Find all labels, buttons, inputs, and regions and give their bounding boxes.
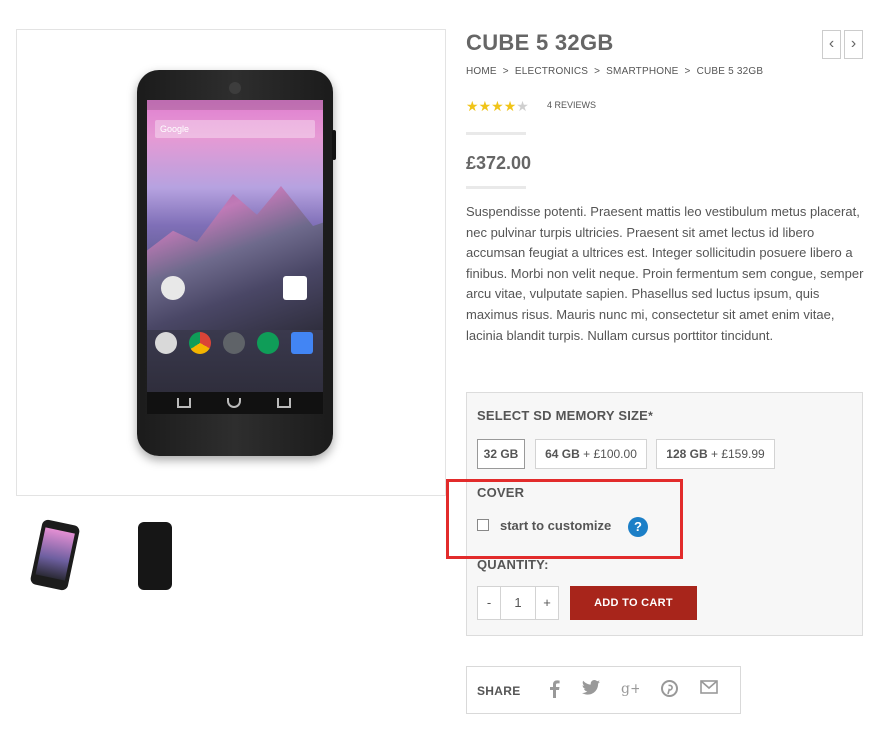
phone-back-thumbnail [138, 522, 172, 590]
phone-image: Google [137, 70, 336, 456]
breadcrumb-current: CUBE 5 32GB [696, 66, 764, 77]
phone-statusbar [147, 100, 323, 110]
size-option-128gb[interactable]: 128 GB + £159.99 [656, 439, 775, 469]
divider [466, 186, 526, 189]
breadcrumb-separator: > [594, 66, 601, 77]
next-product-button[interactable]: › [844, 30, 863, 59]
phone-dock [147, 332, 323, 366]
svg-text:g+: g+ [621, 681, 639, 696]
quantity-increase-button[interactable]: + [535, 586, 559, 620]
customize-checkbox[interactable] [477, 519, 489, 531]
back-icon [177, 398, 191, 408]
product-price: £372.00 [466, 153, 532, 173]
phone-navbar [147, 392, 323, 414]
phone-speaker [229, 82, 241, 94]
hangouts-icon [257, 332, 279, 354]
breadcrumb-home[interactable]: HOME [466, 66, 497, 77]
app-icon [161, 276, 185, 300]
breadcrumb-electronics[interactable]: ELECTRONICS [515, 66, 588, 77]
size-option-name: 64 GB [545, 447, 580, 461]
product-main-image[interactable]: Google [16, 29, 446, 496]
phone-side-button [332, 130, 336, 160]
wallpaper-mountain [147, 186, 323, 330]
star-filled-icon: ★ [478, 98, 492, 114]
add-to-cart-button[interactable]: ADD TO CART [570, 586, 697, 620]
camera-app-icon [155, 332, 177, 354]
share-label: SHARE [477, 684, 521, 698]
star-filled-icon: ★ [466, 98, 479, 114]
quantity-input[interactable]: 1 [500, 586, 536, 620]
cover-label: COVER [477, 485, 525, 500]
quantity-label: QUANTITY: [477, 557, 549, 572]
apps-grid-icon [223, 332, 245, 354]
google-plus-icon[interactable]: g+ [620, 680, 642, 700]
product-title: CUBE 5 32GB [466, 30, 614, 55]
star-empty-icon: ★ [516, 98, 529, 114]
sd-memory-label-text: SELECT SD MEMORY SIZE [477, 408, 649, 423]
prev-product-button[interactable]: ‹ [822, 30, 841, 59]
phone-search-bar: Google [155, 120, 315, 138]
breadcrumb-separator: > [684, 66, 691, 77]
size-option-price: + £100.00 [579, 447, 637, 461]
pinterest-icon[interactable] [659, 680, 679, 700]
breadcrumb-smartphone[interactable]: SMARTPHONE [606, 66, 678, 77]
breadcrumb: HOME > ELECTRONICS > SMARTPHONE > CUBE 5… [466, 66, 766, 77]
twitter-icon[interactable] [581, 680, 601, 700]
breadcrumb-separator: > [502, 66, 509, 77]
thumbnail-back[interactable] [116, 514, 196, 594]
size-option-name: 32 GB [483, 447, 519, 461]
star-filled-icon: ★ [491, 98, 504, 114]
size-option-price: + £159.99 [707, 447, 765, 461]
reviews-link[interactable]: 4 REVIEWS [547, 100, 596, 110]
rating: ★★★★★ 4 REVIEWS [466, 98, 596, 115]
rating-stars: ★★★★★ [466, 98, 529, 115]
phone-app-icon [291, 332, 313, 354]
recents-icon [277, 398, 291, 408]
home-icon [227, 398, 241, 408]
product-options: SELECT SD MEMORY SIZE* 32 GB 64 GB + £10… [466, 392, 863, 636]
chevron-left-icon: ‹ [828, 35, 835, 52]
phone-front-thumbnail [29, 518, 81, 592]
sd-memory-label: SELECT SD MEMORY SIZE* [477, 408, 653, 423]
quantity-decrease-button[interactable]: - [477, 586, 501, 620]
product-description: Suspendisse potenti. Praesent mattis leo… [466, 204, 864, 343]
phone-screen: Google [147, 100, 323, 414]
thumbnail-front[interactable] [16, 514, 96, 594]
help-icon[interactable]: ? [628, 517, 648, 537]
size-option-name: 128 GB [666, 447, 708, 461]
chevron-right-icon: › [850, 35, 857, 52]
required-mark: * [648, 409, 653, 423]
play-store-icon [283, 276, 307, 300]
size-option-64gb[interactable]: 64 GB + £100.00 [535, 439, 647, 469]
facebook-icon[interactable] [544, 680, 564, 700]
size-option-32gb[interactable]: 32 GB [477, 439, 525, 469]
share-bar: SHARE g+ [466, 666, 741, 714]
chrome-icon [189, 332, 211, 354]
star-filled-icon: ★ [503, 98, 517, 114]
email-icon[interactable] [699, 680, 719, 700]
customize-label[interactable]: start to customize [500, 518, 611, 533]
divider [466, 132, 526, 135]
